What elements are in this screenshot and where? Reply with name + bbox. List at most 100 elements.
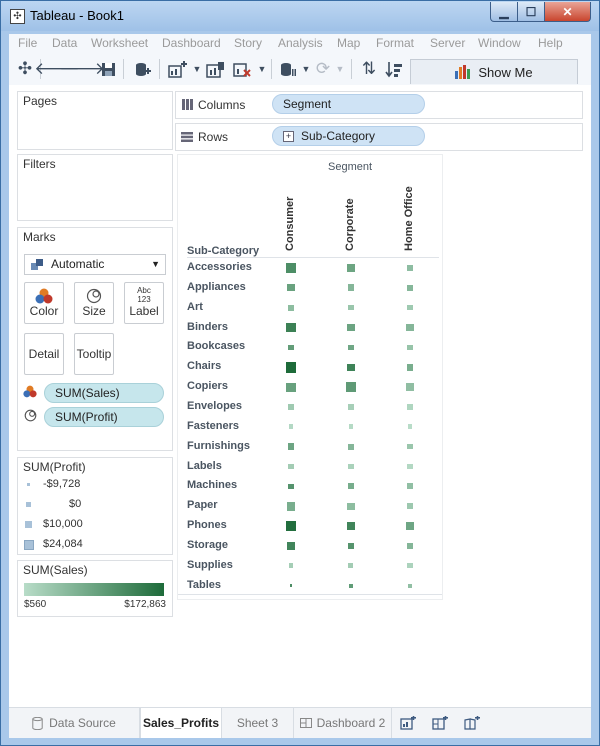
heatmap-mark[interactable] — [406, 503, 414, 510]
heatmap-mark[interactable] — [348, 344, 354, 351]
heatmap-mark[interactable] — [286, 382, 296, 392]
pages-shelf[interactable]: Pages — [17, 91, 173, 150]
heatmap-mark[interactable] — [286, 322, 296, 333]
mark-type-dropdown[interactable]: Automatic ▼ — [24, 254, 166, 275]
close-button[interactable]: ✕ — [544, 2, 591, 22]
sub-category-row-label[interactable]: Phones — [187, 519, 227, 531]
segment-column-header[interactable]: Home Office — [403, 186, 415, 251]
heatmap-mark[interactable] — [406, 264, 414, 272]
heatmap-mark[interactable] — [407, 443, 413, 450]
new-data-source-icon[interactable] — [132, 59, 152, 79]
heatmap-mark[interactable] — [288, 424, 294, 430]
segment-column-header[interactable]: Consumer — [284, 197, 296, 251]
redo-icon[interactable]: 🡒 — [59, 59, 105, 79]
heatmap-mark[interactable] — [407, 463, 413, 470]
heatmap-mark[interactable] — [287, 542, 295, 550]
heatmap-mark[interactable] — [348, 463, 354, 470]
detail-button[interactable]: Detail — [24, 333, 64, 375]
sub-category-row-label[interactable]: Copiers — [187, 380, 228, 392]
columns-pill-segment[interactable]: Segment — [272, 94, 425, 114]
sub-category-row-label[interactable]: Storage — [187, 539, 228, 551]
dropdown-arrow-icon[interactable]: ▼ — [252, 59, 272, 79]
sub-category-row-label[interactable]: Furnishings — [187, 440, 250, 452]
heatmap-mark[interactable] — [348, 424, 354, 430]
menu-window[interactable]: Window — [478, 36, 521, 50]
swap-rows-columns-icon[interactable]: ⇅ — [359, 59, 379, 79]
menu-dashboard[interactable]: Dashboard — [162, 36, 221, 50]
columns-shelf[interactable]: Columns Segment — [175, 91, 583, 119]
heatmap-mark[interactable] — [287, 284, 295, 292]
menu-map[interactable]: Map — [337, 36, 360, 50]
heatmap-mark[interactable] — [285, 520, 297, 532]
tab-sheet-3[interactable]: Sheet 3 — [222, 708, 294, 738]
heatmap-mark[interactable] — [406, 324, 414, 332]
menu-format[interactable]: Format — [376, 36, 414, 50]
sub-category-row-label[interactable]: Bookcases — [187, 340, 245, 352]
sub-category-row-label[interactable]: Envelopes — [187, 400, 242, 412]
menu-file[interactable]: File — [18, 36, 37, 50]
heatmap-mark[interactable] — [405, 382, 415, 392]
menu-worksheet[interactable]: Worksheet — [91, 36, 148, 50]
color-legend[interactable]: SUM(Sales) $560 $172,863 — [17, 560, 173, 617]
sub-category-row-label[interactable]: Labels — [187, 460, 222, 472]
heatmap-mark[interactable] — [407, 404, 413, 410]
size-button[interactable]: Size — [74, 282, 114, 324]
heatmap-mark[interactable] — [406, 522, 414, 530]
new-worksheet-icon[interactable] — [167, 59, 187, 79]
new-story-tab-icon[interactable] — [462, 713, 482, 733]
heatmap-mark[interactable] — [288, 483, 294, 490]
heatmap-mark[interactable] — [348, 443, 354, 450]
sub-category-row-label[interactable]: Supplies — [187, 559, 233, 571]
heatmap-mark[interactable] — [347, 323, 355, 332]
color-button[interactable]: Color — [24, 282, 64, 324]
heatmap-mark[interactable] — [347, 502, 355, 510]
heatmap-mark[interactable] — [406, 284, 414, 291]
heatmap-mark[interactable] — [348, 563, 354, 569]
heatmap-mark[interactable] — [407, 563, 413, 569]
heatmap-mark[interactable] — [288, 344, 294, 350]
heatmap-mark[interactable] — [289, 584, 293, 587]
sub-category-row-label[interactable]: Accessories — [187, 261, 252, 273]
heatmap-mark[interactable] — [348, 404, 354, 410]
pause-updates-icon[interactable] — [277, 59, 297, 79]
tooltip-button[interactable]: Tooltip — [74, 333, 114, 375]
dropdown-arrow-icon[interactable]: ▼ — [187, 59, 207, 79]
heatmap-mark[interactable] — [408, 583, 412, 588]
heatmap-mark[interactable] — [407, 483, 413, 490]
field-pill-sum-sales[interactable]: SUM(Sales) — [44, 383, 164, 403]
sub-category-row-label[interactable]: Paper — [187, 499, 218, 511]
heatmap-mark[interactable] — [347, 542, 355, 550]
heatmap-mark[interactable] — [407, 305, 413, 311]
tableau-logo-icon[interactable]: ✣ — [15, 59, 35, 79]
sort-icon[interactable] — [384, 59, 404, 79]
new-dashboard-tab-icon[interactable] — [430, 713, 450, 733]
heatmap-mark[interactable] — [285, 362, 297, 373]
worksheet-view[interactable]: Segment Sub-Category Consumer Corporate Ho… — [177, 154, 443, 600]
heatmap-mark[interactable] — [406, 363, 414, 371]
sub-category-row-label[interactable]: Chairs — [187, 360, 221, 372]
sub-category-row-label[interactable]: Art — [187, 301, 203, 313]
sub-category-row-label[interactable]: Machines — [187, 479, 237, 491]
heatmap-mark[interactable] — [347, 284, 355, 292]
clear-sheet-icon[interactable] — [232, 59, 252, 79]
sub-category-row-label[interactable]: Binders — [187, 321, 228, 333]
label-button[interactable]: Abc 123 Label — [124, 282, 164, 324]
heatmap-mark[interactable] — [347, 264, 355, 272]
menu-data[interactable]: Data — [52, 36, 77, 50]
heatmap-mark[interactable] — [286, 263, 296, 273]
heatmap-mark[interactable] — [348, 583, 354, 588]
sub-category-row-label[interactable]: Fasteners — [187, 420, 239, 432]
heatmap-mark[interactable] — [348, 305, 354, 311]
menu-help[interactable]: Help — [538, 36, 563, 50]
heatmap-mark[interactable] — [287, 443, 295, 450]
rows-shelf[interactable]: Rows + Sub-Category — [175, 123, 583, 151]
filters-shelf[interactable]: Filters — [17, 154, 173, 221]
heatmap-mark[interactable] — [286, 501, 296, 511]
field-pill-sum-profit[interactable]: SUM(Profit) — [44, 407, 164, 427]
rows-pill-sub-category[interactable]: + Sub-Category — [272, 126, 425, 146]
heatmap-mark[interactable] — [288, 463, 294, 470]
heatmap-mark[interactable] — [346, 382, 356, 392]
tab-sales-profits[interactable]: Sales_Profits — [140, 708, 222, 738]
heatmap-mark[interactable] — [288, 404, 294, 410]
heatmap-mark[interactable] — [407, 543, 413, 549]
